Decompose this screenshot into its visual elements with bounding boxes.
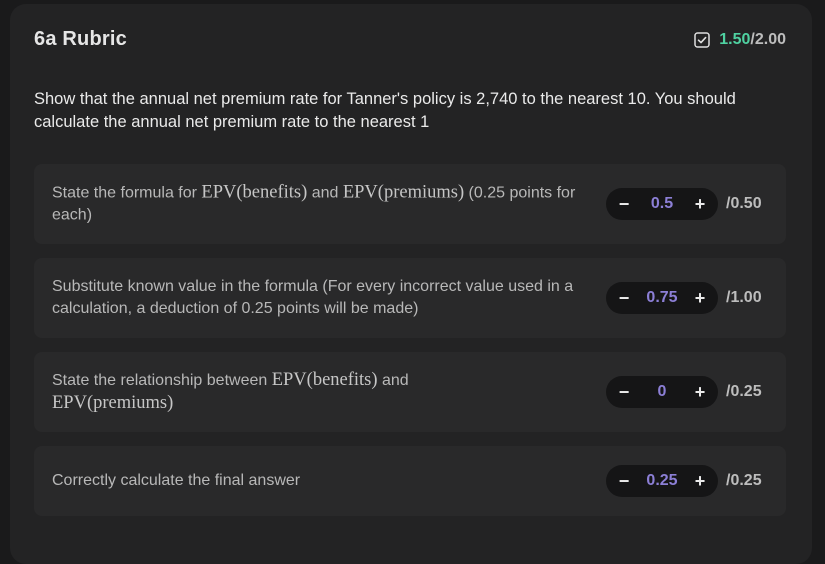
criterion-text: State the formula for [52, 184, 202, 202]
math-expression: EPV(benefits) [271, 370, 378, 390]
increment-button[interactable]: + [692, 282, 708, 314]
stepper-value: 0.75 [646, 289, 678, 306]
score-stepper: − 0.75 + [606, 282, 718, 314]
total-score: 1.50/2.00 [694, 31, 786, 49]
criterion-card: State the formula for EPV(benefits) and … [34, 164, 786, 244]
criterion-card: State the relationship between EPV(benef… [34, 352, 786, 432]
criterion-text: State the relationship between [52, 372, 272, 389]
increment-button[interactable]: + [692, 465, 708, 497]
max-points: /0.50 [726, 195, 762, 212]
criterion-card: Correctly calculate the final answer − 0… [34, 446, 786, 516]
score-total: 2.00 [754, 31, 786, 48]
score-stepper: − 0 + [606, 376, 718, 408]
criterion-description: Substitute known value in the formula (F… [52, 278, 574, 317]
criterion-card: Substitute known value in the formula (F… [34, 258, 786, 338]
criterion-text: and [307, 184, 343, 202]
decrement-button[interactable]: − [616, 465, 632, 497]
question-text: Show that the annual net premium rate fo… [34, 90, 736, 131]
math-expression: EPV(premiums) [342, 182, 465, 203]
criterion-text: and [377, 372, 409, 389]
checkbox-checked-icon [694, 32, 711, 48]
stepper-value: 0.25 [646, 472, 678, 489]
stepper-value: 0 [657, 383, 667, 400]
rubric-title: 6a Rubric [34, 28, 127, 50]
criterion-description: State the formula for EPV(benefits) and … [52, 182, 597, 227]
decrement-button[interactable]: − [616, 282, 632, 314]
max-points: /0.25 [726, 383, 762, 400]
max-points: /0.25 [726, 472, 762, 489]
rubric-panel: 6a Rubric 1.50/2.00 Show that the annual… [10, 4, 812, 564]
stepper-value: 0.5 [650, 195, 674, 212]
increment-button[interactable]: + [692, 376, 708, 408]
decrement-button[interactable]: − [616, 188, 632, 220]
max-points: /1.00 [726, 289, 762, 306]
criterion-description: Correctly calculate the final answer [52, 472, 301, 489]
math-expression: EPV(benefits) [201, 182, 308, 203]
criterion-description: State the relationship between EPV(benef… [52, 369, 597, 415]
score-stepper: − 0.25 + [606, 465, 718, 497]
math-expression: EPV(premiums) [52, 393, 174, 413]
increment-button[interactable]: + [692, 188, 708, 220]
decrement-button[interactable]: − [616, 376, 632, 408]
score-stepper: − 0.5 + [606, 188, 718, 220]
score-earned: 1.50 [719, 31, 751, 48]
